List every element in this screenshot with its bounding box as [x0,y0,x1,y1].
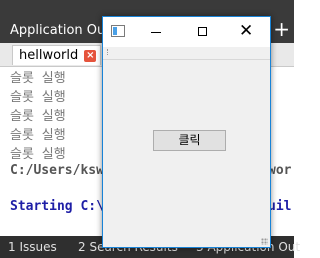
starting-line-right: uil [268,199,292,214]
output-line: 슬롯 실행 [10,128,66,143]
minimize-button[interactable] [134,17,180,47]
output-line: 슬롯 실행 [10,147,66,162]
toolbar-handle[interactable] [107,49,110,55]
minimize-icon [151,32,161,33]
window-titlebar[interactable]: ✕ [103,17,270,47]
add-pane-button[interactable]: + [273,19,290,39]
path-line-left: C:/Users/ksw [10,163,104,178]
starting-line-left: Starting C:\ [10,199,104,214]
resize-grip[interactable] [261,238,268,245]
close-icon[interactable]: × [84,49,97,62]
maximize-button[interactable] [180,17,226,47]
maximize-icon [198,27,207,36]
tab-label: hellworld [19,48,79,63]
output-line: 슬롯 실행 [10,71,66,86]
output-line: 슬롯 실행 [10,109,66,124]
app-icon [111,25,125,37]
tab-hellworld[interactable]: hellworld × [12,45,102,65]
click-button[interactable]: 클릭 [153,130,226,151]
close-button[interactable]: ✕ [225,17,271,47]
close-icon: ✕ [239,21,254,41]
app-window: ✕ 클릭 [102,16,271,248]
path-line-right: wor [268,163,292,178]
issues-tab[interactable]: 1 Issues [8,240,57,254]
menu-bar [103,47,270,60]
output-line: 슬롯 실행 [10,90,66,105]
